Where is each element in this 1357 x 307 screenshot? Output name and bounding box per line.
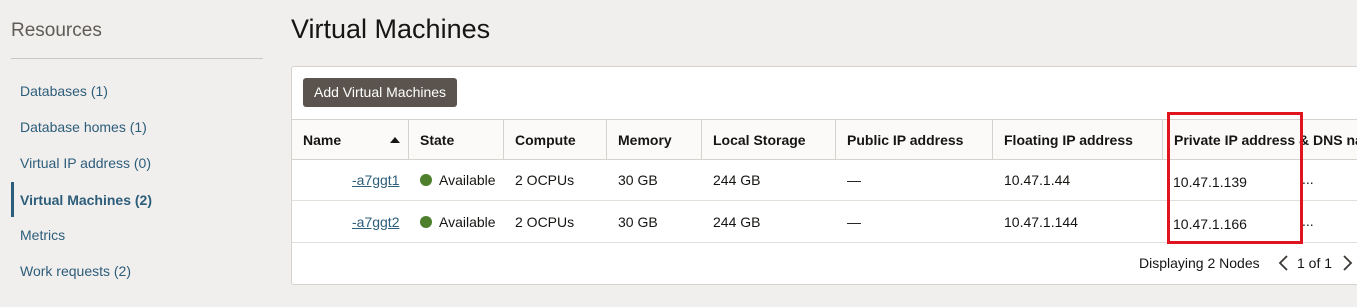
resources-sidebar: Resources Databases (1) Database homes (… — [0, 0, 275, 307]
sidebar-item-databases[interactable]: Databases (1) — [20, 83, 108, 99]
column-header-state[interactable]: State — [409, 120, 504, 159]
column-header-public-ip[interactable]: Public IP address — [836, 120, 993, 159]
sort-ascending-icon[interactable] — [390, 137, 400, 143]
private-ip-cell: 10.47.1.166 — [1173, 215, 1247, 232]
divider — [11, 58, 263, 59]
vm-panel: Add Virtual Machines Name State Compute … — [291, 66, 1357, 285]
storage-cell: 244 GB — [713, 213, 761, 230]
table-row: -a7ggt2 Available 2 OCPUs 30 GB 244 GB —… — [292, 201, 1357, 243]
storage-cell: 244 GB — [713, 171, 761, 188]
sidebar-item-virtual-ip[interactable]: Virtual IP address (0) — [20, 155, 151, 171]
page-indicator: 1 of 1 — [1297, 255, 1333, 271]
public-ip-cell: — — [847, 213, 861, 230]
add-virtual-machines-button[interactable]: Add Virtual Machines — [303, 78, 458, 107]
dns-cell: ... — [1302, 213, 1314, 229]
vm-name-link[interactable]: -a7ggt2 — [292, 201, 409, 242]
column-header-floating-ip[interactable]: Floating IP address — [993, 120, 1163, 159]
column-header-name[interactable]: Name — [292, 120, 409, 159]
vm-name-link[interactable]: -a7ggt1 — [292, 159, 409, 200]
state-cell: Available — [409, 159, 504, 200]
column-header-memory[interactable]: Memory — [607, 120, 702, 159]
chevron-left-icon[interactable] — [1275, 253, 1293, 273]
state-cell: Available — [409, 201, 504, 242]
table-header: Name State Compute Memory Local Storage … — [292, 119, 1357, 160]
column-header-local-storage[interactable]: Local Storage — [702, 120, 836, 159]
displaying-count: Displaying 2 Nodes — [1139, 255, 1260, 271]
table-row: -a7ggt1 Available 2 OCPUs 30 GB 244 GB —… — [292, 159, 1357, 201]
floating-ip-cell: 10.47.1.144 — [1004, 213, 1078, 230]
column-header-private-ip[interactable]: Private IP address & DNS na — [1163, 120, 1357, 159]
table-footer: Displaying 2 Nodes 1 of 1 — [292, 243, 1357, 283]
sidebar-item-virtual-machines[interactable]: Virtual Machines (2) — [20, 192, 152, 208]
column-header-compute[interactable]: Compute — [504, 120, 607, 159]
memory-cell: 30 GB — [618, 213, 658, 230]
chevron-right-icon[interactable] — [1338, 253, 1356, 273]
page-title: Virtual Machines — [291, 14, 491, 44]
floating-ip-cell: 10.47.1.44 — [1004, 171, 1071, 188]
memory-cell: 30 GB — [618, 171, 658, 188]
available-status-icon — [420, 215, 432, 228]
compute-cell: 2 OCPUs — [515, 171, 575, 188]
sidebar-item-metrics[interactable]: Metrics — [20, 227, 65, 243]
available-status-icon — [420, 173, 432, 186]
resources-heading: Resources — [11, 20, 102, 41]
compute-cell: 2 OCPUs — [515, 213, 575, 230]
public-ip-cell: — — [847, 171, 861, 188]
private-ip-cell: 10.47.1.139 — [1173, 173, 1247, 190]
sidebar-item-work-requests[interactable]: Work requests (2) — [20, 263, 131, 279]
dns-cell: ... — [1302, 171, 1314, 187]
active-indicator — [11, 182, 14, 217]
sidebar-item-database-homes[interactable]: Database homes (1) — [20, 119, 147, 135]
